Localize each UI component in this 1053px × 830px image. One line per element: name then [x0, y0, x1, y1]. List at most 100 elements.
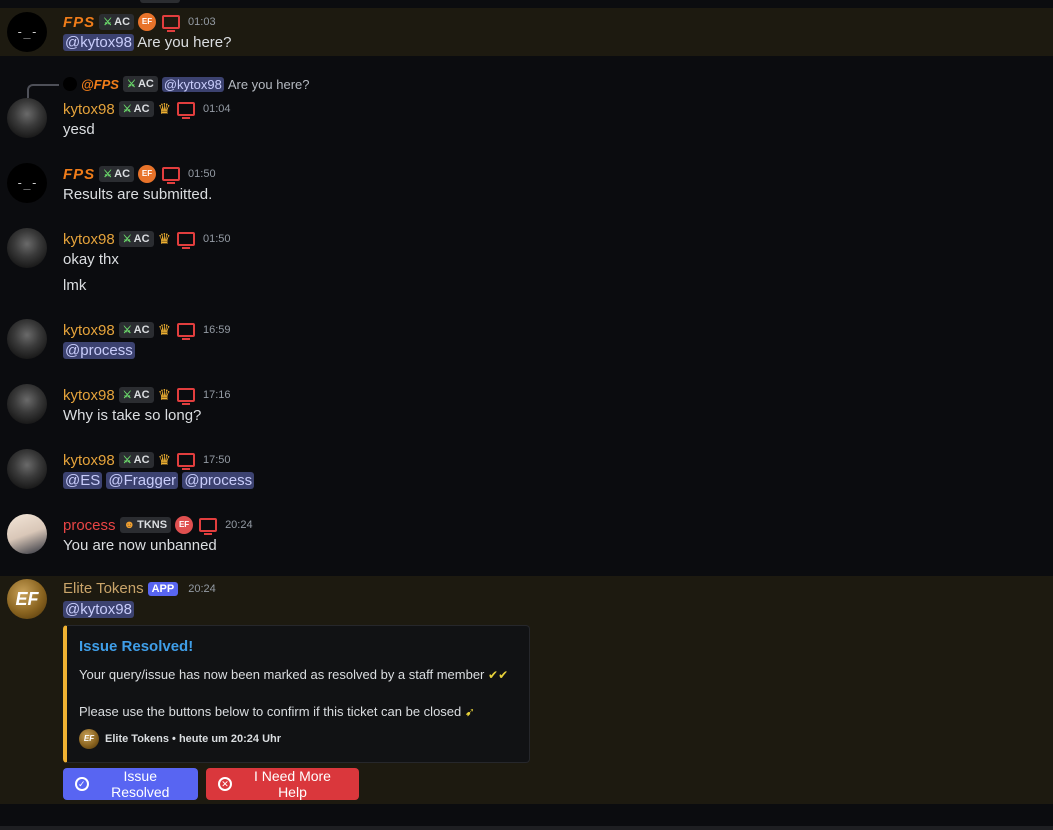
role-badge-label: TKNS	[137, 519, 168, 531]
app-badge: APP	[147, 581, 179, 596]
message-fps-2[interactable]: -_- FPS ⚔ AC EF 01:50 Results are submitt…	[0, 161, 1053, 211]
double-check-icon: ✔✔	[488, 668, 509, 682]
message-text: yesd	[63, 121, 95, 138]
timestamp: 01:03	[188, 16, 216, 28]
role-badge: ⚔ AC	[118, 452, 154, 468]
monitor-icon	[162, 15, 181, 32]
role-mention-es[interactable]: @ES	[63, 472, 103, 489]
role-badge-label: AC	[114, 168, 131, 180]
message-content: @ES @Fragger @process	[63, 472, 255, 489]
crown-icon: ♛	[157, 231, 172, 248]
user-mention[interactable]: @kytox98	[63, 34, 134, 51]
user-mention[interactable]: @kytox98	[63, 601, 134, 618]
need-more-help-button[interactable]: ✕ I Need More Help	[206, 768, 359, 800]
message-kytox-1[interactable]: kytox98 ⚔ AC ♛ 01:04 yesd	[0, 96, 1053, 146]
check-circle-icon: ✓	[75, 777, 89, 791]
role-mention-fragger[interactable]: @Fragger	[106, 472, 179, 489]
avatar-kytox98[interactable]	[7, 98, 47, 138]
skull-icon: ☻	[123, 519, 136, 531]
username[interactable]: kytox98	[63, 452, 115, 469]
username[interactable]: kytox98	[63, 101, 115, 118]
sword-icon: ⚔	[122, 324, 132, 336]
message-text: You are now unbanned	[63, 537, 217, 554]
issue-resolved-button[interactable]: ✓ Issue Resolved	[63, 768, 198, 800]
x-circle-icon: ✕	[218, 777, 232, 791]
footer-avatar: EF	[79, 729, 99, 749]
timestamp: 20:24	[225, 519, 253, 531]
sword-icon: ⚔	[122, 389, 132, 401]
avatar-kytox98[interactable]	[7, 319, 47, 359]
message-fps-1[interactable]: -_- FPS ⚔ AC EF 01:03 @kytox98 Are you he…	[0, 8, 1053, 56]
role-badge: ⚔ AC	[118, 387, 154, 403]
embed-title: Issue Resolved!	[79, 638, 194, 655]
role-badge: ⚔ AC	[118, 231, 154, 247]
avatar-kytox98[interactable]	[7, 384, 47, 424]
reply-avatar	[63, 77, 77, 91]
message-text-2: lmk	[63, 277, 87, 294]
crown-icon: ♛	[157, 452, 172, 469]
crown-icon: ♛	[157, 322, 172, 339]
sword-icon: ⚔	[126, 78, 136, 90]
monitor-icon	[177, 232, 196, 249]
avatar-elite-tokens[interactable]: EF	[7, 579, 47, 619]
message-kytox-2[interactable]: kytox98 ⚔ AC ♛ 01:50 okay thx lmk	[0, 226, 1053, 298]
username[interactable]: Elite Tokens	[63, 580, 144, 597]
pointer-icon: ➹	[464, 705, 475, 719]
timestamp: 01:04	[203, 103, 231, 115]
username[interactable]: kytox98	[63, 387, 115, 404]
message-kytox-3[interactable]: kytox98 ⚔ AC ♛ 16:59 @process	[0, 317, 1053, 367]
message-content: @kytox98 Are you here?	[63, 34, 232, 51]
role-badge-label: AC	[133, 389, 150, 401]
monitor-icon	[177, 102, 196, 119]
username[interactable]: kytox98	[63, 322, 115, 339]
role-badge-label: AC	[133, 233, 150, 245]
embed-desc2-text: Please use the buttons below to confirm …	[79, 704, 462, 719]
message-kytox-4[interactable]: kytox98 ⚔ AC ♛ 17:16 Why is take so long?	[0, 382, 1053, 432]
crown-icon: ♛	[157, 387, 172, 404]
role-badge-label: AC	[133, 454, 150, 466]
embed-card: Issue Resolved! Your query/issue has now…	[63, 625, 530, 763]
role-mention[interactable]: @process	[63, 342, 135, 359]
timestamp: 17:16	[203, 389, 231, 401]
timestamp: 20:24	[188, 582, 216, 595]
avatar-kytox98[interactable]	[7, 228, 47, 268]
sword-icon: ⚔	[122, 454, 132, 466]
monitor-icon	[177, 453, 196, 470]
role-badge-label: AC	[133, 103, 150, 115]
avatar-fps[interactable]: -_-	[7, 12, 47, 52]
username[interactable]: FPS	[63, 14, 95, 31]
sword-icon: ⚔	[122, 103, 132, 115]
avatar-process[interactable]	[7, 514, 47, 554]
reply-role-badge: ⚔ AC	[122, 76, 158, 92]
embed-description-line2: Please use the buttons below to confirm …	[79, 704, 475, 719]
role-badge: ☻ TKNS	[119, 517, 172, 533]
sword-icon: ⚔	[122, 233, 132, 245]
reply-preview[interactable]: @FPS ⚔ AC @kytox98 Are you here?	[63, 76, 310, 92]
reply-mention[interactable]: @kytox98	[161, 76, 224, 92]
message-text: Results are submitted.	[63, 186, 213, 203]
username[interactable]: FPS	[63, 166, 95, 183]
username[interactable]: process	[63, 517, 116, 534]
ef-badge: EF	[138, 165, 157, 183]
reply-author[interactable]: @FPS	[81, 77, 119, 92]
message-content: @process	[63, 342, 135, 359]
role-mention-process[interactable]: @process	[182, 472, 255, 489]
top-tab-edge	[140, 0, 180, 3]
message-kytox-5[interactable]: kytox98 ⚔ AC ♛ 17:50 @ES @Fragger @proces…	[0, 447, 1053, 497]
timestamp: 01:50	[188, 168, 216, 180]
embed-footer: EF Elite Tokens • heute um 20:24 Uhr	[79, 729, 281, 749]
username[interactable]: kytox98	[63, 231, 115, 248]
reply-role-badge-label: AC	[137, 78, 154, 90]
sword-icon: ⚔	[103, 16, 113, 28]
ef-badge: EF	[138, 13, 157, 31]
avatar-fps[interactable]: -_-	[7, 163, 47, 203]
crown-icon: ♛	[157, 101, 172, 118]
role-badge: ⚔ AC	[118, 322, 154, 338]
avatar-kytox98[interactable]	[7, 449, 47, 489]
timestamp: 01:50	[203, 233, 231, 245]
sword-icon: ⚔	[103, 168, 113, 180]
message-process[interactable]: process ☻ TKNS EF 20:24 You are now unban…	[0, 512, 1053, 562]
role-badge: ⚔ AC	[99, 14, 135, 30]
message-text: okay thx	[63, 251, 119, 268]
footer-text: Elite Tokens • heute um 20:24 Uhr	[105, 733, 282, 745]
